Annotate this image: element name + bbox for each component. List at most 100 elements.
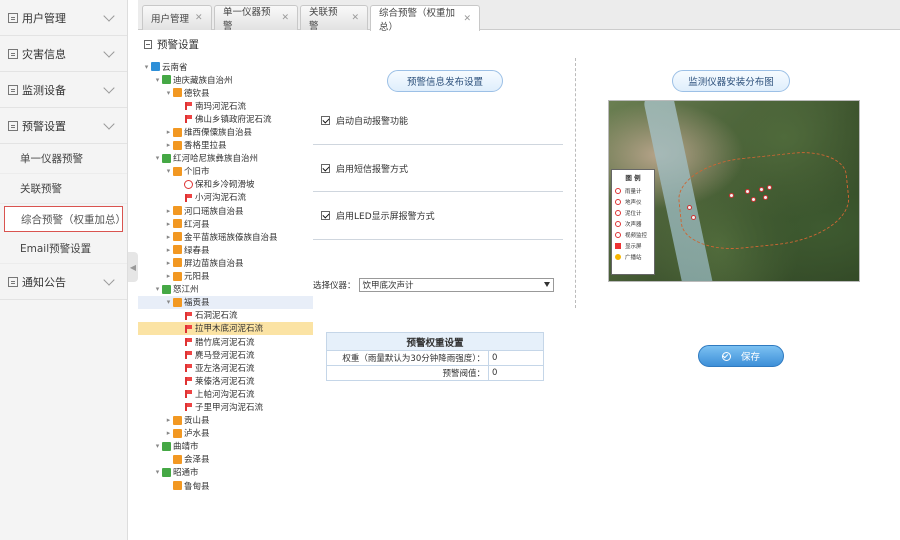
tab-item[interactable]: 用户管理 ✕ (142, 5, 212, 30)
tree-node[interactable]: ▾ 迪庆藏族自治州 (138, 73, 313, 86)
tree-node[interactable]: ▾ 个旧市 (138, 165, 313, 178)
weight-input[interactable]: 0 (488, 350, 544, 366)
collapse-icon[interactable]: ▾ (164, 298, 173, 306)
tree-node[interactable]: 子里甲河沟泥石流 (138, 400, 313, 413)
expand-icon[interactable]: ▸ (164, 272, 173, 280)
map-marker[interactable] (763, 195, 768, 200)
collapse-icon[interactable]: ▾ (164, 167, 173, 175)
threshold-input[interactable]: 0 (488, 365, 544, 381)
map-marker[interactable] (687, 205, 692, 210)
tree-node[interactable]: 腊竹底河泥石流 (138, 335, 313, 348)
collapse-icon[interactable]: ▾ (153, 76, 162, 84)
sidebar-subitem[interactable]: 综合预警（权重加总） (4, 206, 126, 232)
collapse-icon[interactable]: ▾ (142, 63, 151, 71)
tree-node[interactable]: ▾ 昭通市 (138, 466, 313, 479)
tab-item[interactable]: 关联预警 ✕ (300, 5, 368, 32)
tree-node[interactable]: ▾ 红河哈尼族彝族自治州 (138, 152, 313, 165)
tree-node[interactable]: 石洞泥石流 (138, 309, 313, 322)
tree-node[interactable]: ▸ 贡山县 (138, 414, 313, 427)
legend-item: 广播站 (615, 251, 651, 262)
collapse-icon[interactable]: ▾ (164, 89, 173, 97)
close-icon[interactable]: ✕ (281, 13, 289, 23)
sms-alarm-checkbox[interactable] (321, 164, 330, 173)
collapse-icon[interactable]: ▾ (153, 154, 162, 162)
sidebar-collapse-handle[interactable]: ◀ (128, 252, 138, 282)
close-icon[interactable]: ✕ (463, 14, 471, 24)
sidebar-menu-item[interactable]: 预警设置 (0, 108, 127, 144)
tree-node-label: 云南省 (162, 62, 188, 73)
tree-node[interactable]: 莱傣洛河泥石流 (138, 374, 313, 387)
tree-node[interactable]: ▸ 红河县 (138, 217, 313, 230)
sidebar-menu-item[interactable]: 通知公告 (0, 264, 127, 300)
tree-node[interactable]: ▸ 金平苗族瑶族傣族自治县 (138, 230, 313, 243)
collapse-icon[interactable]: ▾ (153, 442, 162, 450)
expand-icon[interactable]: ▸ (164, 429, 173, 437)
close-icon[interactable]: ✕ (195, 13, 203, 23)
expand-icon[interactable]: ▸ (164, 207, 173, 215)
tree-node[interactable]: ▸ 河口瑶族自治县 (138, 204, 313, 217)
tree-node[interactable]: 亚左洛河泥石流 (138, 361, 313, 374)
legend-item: 泥位计 (615, 207, 651, 218)
county-icon (173, 454, 182, 464)
close-icon[interactable]: ✕ (351, 13, 359, 23)
sidebar-menu-item[interactable]: 用户管理 (0, 0, 127, 36)
sidebar-subitem[interactable]: 关联预警 (0, 174, 127, 204)
county-icon (173, 206, 182, 216)
expand-icon[interactable]: ▸ (164, 246, 173, 254)
debris-flow-icon (184, 376, 193, 386)
tree-node[interactable]: 南玛河泥石流 (138, 99, 313, 112)
sidebar-menu-item[interactable]: 灾害信息 (0, 36, 127, 72)
sidebar-menu-item[interactable]: 监测设备 (0, 72, 127, 108)
tree-node[interactable]: ▸ 维西傈僳族自治县 (138, 125, 313, 138)
tree-node[interactable]: ▸ 泸水县 (138, 427, 313, 440)
tree-node[interactable]: ▸ 元阳县 (138, 270, 313, 283)
tree-node-label: 迪庆藏族自治州 (173, 75, 233, 86)
tree-node-label: 南玛河泥石流 (195, 101, 247, 112)
tree-node[interactable]: 佛山乡镇政府泥石流 (138, 112, 313, 125)
map-marker[interactable] (759, 187, 764, 192)
collapse-icon[interactable]: ▾ (153, 468, 162, 476)
tree-node[interactable]: 保和乡冷砌滑坡 (138, 178, 313, 191)
auto-alarm-label: 启动自动报警功能 (336, 117, 409, 127)
map-marker[interactable] (751, 197, 756, 202)
map-marker[interactable] (767, 185, 772, 190)
instrument-select[interactable]: 饮甲底次声计 (358, 278, 554, 292)
tree-node[interactable]: ▸ 香格里拉县 (138, 139, 313, 152)
tree-node[interactable]: 会泽县 (138, 453, 313, 466)
map-marker[interactable] (729, 193, 734, 198)
auto-alarm-checkbox[interactable] (321, 116, 330, 125)
sidebar-subitem[interactable]: Email预警设置 (0, 234, 127, 264)
tree-node[interactable]: ▾ 福贡县 (138, 295, 313, 309)
tree-node[interactable]: ▾ 云南省 (138, 60, 313, 73)
tree-node[interactable]: 麂马登河泥石流 (138, 348, 313, 361)
tab-item[interactable]: 单一仪器预警 ✕ (214, 5, 298, 32)
led-alarm-checkbox[interactable] (321, 211, 330, 220)
expand-icon[interactable]: ▸ (164, 128, 173, 136)
tree-node[interactable]: 鲁甸县 (138, 479, 313, 492)
instrument-select-row: 选择仪器： 饮甲底次声计 (313, 278, 554, 292)
expand-icon[interactable]: ▸ (164, 220, 173, 228)
tree-node[interactable]: 小河沟泥石流 (138, 191, 313, 204)
instrument-distribution-map[interactable]: 图 例 雨量计 地声仪 泥位计 次声器 视频监控 显示屏 广播站 (608, 100, 860, 282)
sidebar-subitem[interactable]: 单一仪器预警 (0, 144, 127, 174)
tree-node[interactable]: 上帕河沟泥石流 (138, 387, 313, 400)
tree-node[interactable]: ▾ 怒江州 (138, 283, 313, 296)
collapse-icon[interactable]: ▾ (153, 285, 162, 293)
tab-item[interactable]: 综合预警（权重加总） ✕ (370, 5, 480, 33)
expand-icon[interactable]: ▸ (164, 416, 173, 424)
tree-node[interactable]: ▸ 绿春县 (138, 243, 313, 256)
tree-node[interactable]: ▸ 屏边苗族自治县 (138, 256, 313, 269)
tree-node[interactable]: ▾ 德钦县 (138, 86, 313, 99)
expand-icon[interactable]: ▸ (164, 259, 173, 267)
sidebar-menu-label: 监测设备 (22, 83, 66, 97)
menu-list-icon (8, 12, 18, 23)
tree-node[interactable]: ▾ 曲靖市 (138, 440, 313, 453)
legend-item: 次声器 (615, 218, 651, 229)
map-marker[interactable] (691, 215, 696, 220)
expand-icon[interactable]: ▸ (164, 233, 173, 241)
map-marker[interactable] (745, 189, 750, 194)
debris-flow-icon (184, 389, 193, 399)
save-button[interactable]: 保存 (698, 345, 784, 367)
expand-icon[interactable]: ▸ (164, 141, 173, 149)
tree-node[interactable]: 拉甲木底河泥石流 (138, 321, 313, 335)
